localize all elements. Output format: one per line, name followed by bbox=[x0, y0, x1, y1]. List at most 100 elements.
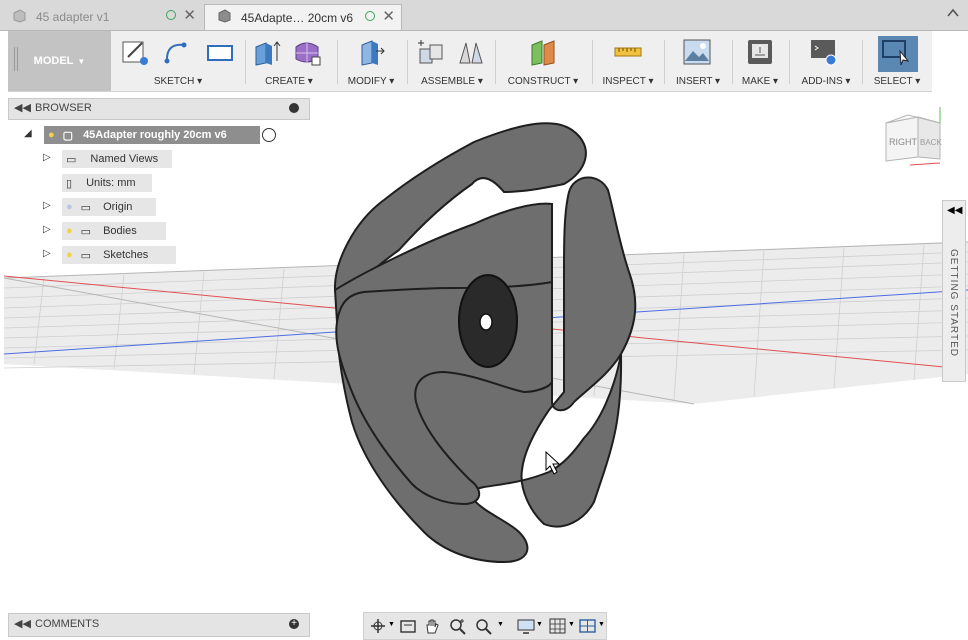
collapse-double-left-icon[interactable]: ◀◀ bbox=[947, 205, 962, 216]
group-label: CREATE ▾ bbox=[265, 76, 313, 87]
rectangle-icon[interactable] bbox=[204, 37, 234, 67]
chevron-down-icon[interactable]: ▼ bbox=[598, 621, 605, 628]
grid-snaps-icon[interactable] bbox=[548, 617, 568, 635]
getting-started-panel[interactable]: ◀◀ GETTING STARTED bbox=[942, 200, 966, 382]
document-tab-bar: 45 adapter v1 ✕ 45Adapte… 20cm v6 ✕ bbox=[0, 0, 968, 31]
toolbar-group-construct[interactable]: CONSTRUCT ▾ bbox=[500, 31, 586, 91]
3d-viewport[interactable] bbox=[4, 92, 968, 612]
chevron-down-icon[interactable]: ▼ bbox=[388, 621, 395, 628]
collapse-double-left-icon[interactable]: ◀◀ bbox=[14, 101, 31, 114]
offset-plane-icon[interactable] bbox=[528, 37, 558, 67]
toolbar-group-make[interactable]: MAKE ▾ bbox=[736, 31, 784, 91]
viewports-icon[interactable] bbox=[578, 617, 598, 635]
browser-item-label: Sketches bbox=[103, 249, 149, 261]
insert-image-icon[interactable] bbox=[682, 37, 712, 67]
group-divider bbox=[592, 40, 593, 84]
display-settings-icon[interactable] bbox=[516, 617, 536, 635]
pan-hand-icon[interactable] bbox=[422, 617, 442, 635]
browser-item-bodies[interactable]: ● ▭ Bodies bbox=[62, 222, 166, 240]
group-divider bbox=[732, 40, 733, 84]
chevron-down-icon[interactable]: ▼ bbox=[536, 621, 543, 628]
workspace-switcher[interactable]: MODEL ▼ bbox=[8, 31, 111, 91]
browser-item-sketches[interactable]: ● ▭ Sketches bbox=[62, 246, 176, 264]
minimize-icon[interactable] bbox=[289, 103, 299, 113]
extrude-icon[interactable] bbox=[252, 37, 282, 67]
activate-radio-icon[interactable] bbox=[262, 128, 276, 142]
create-sketch-icon[interactable] bbox=[120, 37, 150, 67]
expand-triangle-icon[interactable]: ▷ bbox=[43, 200, 51, 211]
browser-root-node[interactable]: ● ▢ 45Adapter roughly 20cm v6 bbox=[44, 126, 260, 144]
chevron-down-icon[interactable]: ▼ bbox=[497, 621, 504, 628]
view-cube[interactable]: RIGHT BACK bbox=[880, 105, 946, 171]
expand-triangle-icon[interactable]: ▷ bbox=[43, 248, 51, 259]
collapse-double-left-icon[interactable]: ◀◀ bbox=[14, 617, 31, 630]
close-icon[interactable]: ✕ bbox=[382, 7, 395, 25]
browser-item-origin[interactable]: ● ▭ Origin bbox=[62, 198, 156, 216]
form-icon[interactable] bbox=[292, 37, 322, 67]
browser-item-label: Bodies bbox=[103, 225, 137, 237]
folder-icon: ▭ bbox=[66, 153, 77, 166]
component-icon: ▢ bbox=[62, 129, 74, 142]
document-tab-inactive[interactable]: 45 adapter v1 ✕ bbox=[0, 4, 202, 30]
toolbar-group-sketch[interactable]: SKETCH ▾ bbox=[114, 31, 242, 91]
chevron-up-icon[interactable] bbox=[946, 6, 960, 24]
toolbar-group-insert[interactable]: INSERT ▾ bbox=[668, 31, 728, 91]
scripts-addins-icon[interactable] bbox=[809, 37, 839, 67]
orbit-icon[interactable] bbox=[368, 617, 388, 635]
group-divider bbox=[664, 40, 665, 84]
visibility-bulb-icon[interactable]: ● bbox=[66, 225, 73, 237]
browser-title: BROWSER bbox=[35, 102, 92, 114]
chevron-down-icon: ▼ bbox=[77, 56, 86, 66]
document-tab-active[interactable]: 45Adapte… 20cm v6 ✕ bbox=[204, 4, 402, 30]
look-at-icon[interactable] bbox=[398, 617, 418, 635]
new-component-icon[interactable] bbox=[416, 37, 446, 67]
browser-panel-header[interactable]: ◀◀ BROWSER bbox=[8, 98, 310, 120]
group-divider bbox=[245, 40, 246, 84]
comments-title: COMMENTS bbox=[35, 618, 100, 630]
adapter-body[interactable] bbox=[333, 122, 637, 564]
expand-triangle-icon[interactable]: ▷ bbox=[43, 152, 51, 163]
toolbar-group-create[interactable]: CREATE ▾ bbox=[248, 31, 330, 91]
joint-icon[interactable] bbox=[456, 37, 486, 67]
browser-item-label: Units: mm bbox=[86, 177, 136, 189]
expand-triangle-icon[interactable]: ◢ bbox=[24, 128, 32, 139]
comments-panel-header[interactable]: ◀◀ COMMENTS + bbox=[8, 613, 310, 637]
group-divider bbox=[337, 40, 338, 84]
model-canvas[interactable] bbox=[4, 92, 968, 612]
view-cube-right-label: RIGHT bbox=[889, 137, 918, 147]
press-pull-icon[interactable] bbox=[356, 37, 386, 67]
toolbar-group-assemble[interactable]: ASSEMBLE ▾ bbox=[412, 31, 492, 91]
toolbar-group-inspect[interactable]: INSPECT ▾ bbox=[598, 31, 658, 91]
document-icon bbox=[12, 8, 26, 26]
select-cursor-icon[interactable] bbox=[880, 37, 910, 67]
zoom-icon[interactable] bbox=[448, 617, 468, 635]
visibility-bulb-icon[interactable]: ● bbox=[66, 201, 73, 213]
browser-item-units[interactable]: ▯ Units: mm bbox=[62, 174, 152, 192]
3d-print-icon[interactable] bbox=[745, 37, 775, 67]
expand-triangle-icon[interactable]: ▷ bbox=[43, 224, 51, 235]
browser-item-named-views[interactable]: ▭ Named Views bbox=[62, 150, 172, 168]
visibility-bulb-icon[interactable]: ● bbox=[48, 129, 55, 141]
view-cube-back-label: BACK bbox=[920, 138, 942, 147]
arc-icon[interactable] bbox=[162, 37, 192, 67]
group-label: CONSTRUCT ▾ bbox=[507, 76, 579, 87]
document-icon bbox=[217, 9, 231, 26]
fit-zoom-icon[interactable] bbox=[474, 617, 494, 635]
group-label: ASSEMBLE ▾ bbox=[421, 76, 483, 87]
visibility-bulb-icon[interactable]: ● bbox=[66, 249, 73, 261]
toolbar-group-modify[interactable]: MODIFY ▾ bbox=[342, 31, 400, 91]
folder-icon: ▭ bbox=[80, 249, 92, 262]
browser-item-label: Named Views bbox=[90, 153, 159, 165]
tab-label: 45 adapter v1 bbox=[36, 10, 110, 24]
sync-status-icon bbox=[166, 10, 176, 20]
close-icon[interactable]: ✕ bbox=[183, 6, 196, 24]
group-label: MODIFY ▾ bbox=[347, 76, 395, 87]
toolbar-group-addins[interactable]: ADD-INS ▾ bbox=[795, 31, 857, 91]
add-comment-icon[interactable]: + bbox=[289, 619, 299, 629]
toolbar-group-select[interactable]: SELECT ▾ bbox=[866, 31, 928, 91]
measure-icon[interactable] bbox=[613, 37, 643, 67]
group-divider bbox=[495, 40, 496, 84]
sync-status-icon bbox=[365, 11, 375, 21]
chevron-down-icon[interactable]: ▼ bbox=[568, 621, 575, 628]
group-label: ADD-INS ▾ bbox=[801, 76, 851, 87]
